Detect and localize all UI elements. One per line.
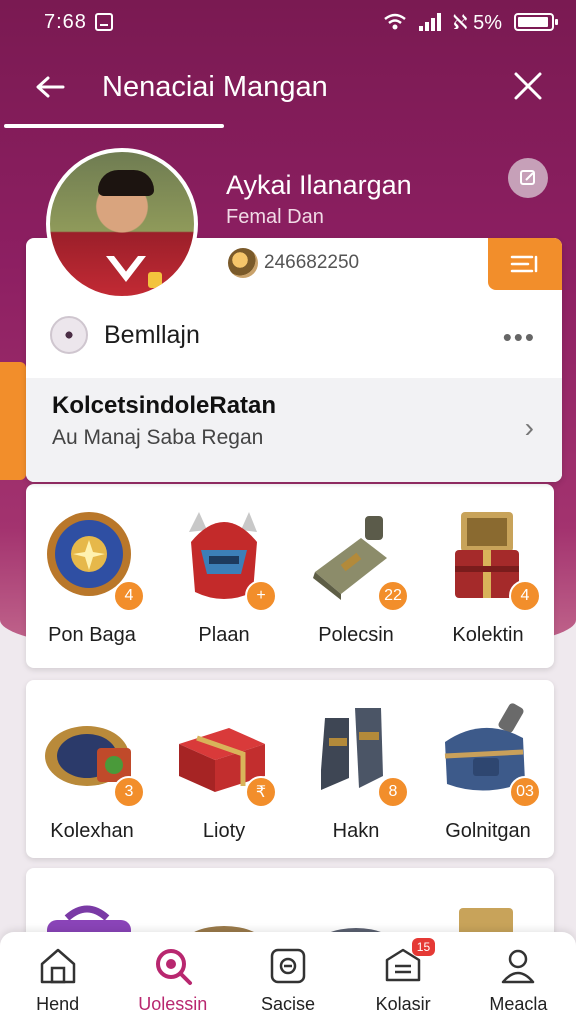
item-label: Lioty <box>202 820 246 842</box>
section-title: Bemllajn <box>104 320 200 349</box>
grid-item[interactable]: + Plaan <box>162 502 286 668</box>
item-label: Pon Baga <box>48 624 136 646</box>
nav-home[interactable]: Hend <box>3 944 113 1015</box>
back-button[interactable] <box>18 55 82 119</box>
profile-name: Aykai Ilanargan <box>226 170 412 200</box>
inbox-icon: 15 <box>381 938 436 988</box>
avatar[interactable] <box>46 148 198 300</box>
grid-item[interactable]: 22 Polecsin <box>294 502 418 668</box>
backpack-icon: 03 <box>433 698 543 808</box>
chest-icon: 4 <box>433 502 543 612</box>
collection-row[interactable]: KolcetsindoleRatan Au Manaj Saba Regan › <box>26 378 562 482</box>
section-header: Bemllajn <box>50 316 200 354</box>
item-label: Kolektin <box>452 624 524 646</box>
wifi-icon <box>383 13 406 30</box>
nav-label: Hend <box>36 994 80 1014</box>
item-badge: 03 <box>509 776 541 808</box>
avatar-collar <box>106 256 146 282</box>
battery-text: ℵ 5% <box>452 11 502 34</box>
avatar-crest <box>148 272 162 288</box>
nav-profile[interactable]: Meacla <box>463 944 573 1015</box>
coin-value: 246682250 <box>264 252 360 273</box>
item-label: Polecsin <box>318 624 394 646</box>
item-badge: 4 <box>509 580 541 612</box>
side-tab[interactable] <box>0 362 26 480</box>
header-tab-indicator <box>4 124 224 128</box>
nav-label: Sacise <box>260 994 315 1014</box>
item-badge: ₹ <box>245 776 277 808</box>
battery-icon <box>514 13 558 31</box>
item-badge: 8 <box>377 776 409 808</box>
nav-label: Uolessin <box>138 994 208 1014</box>
grid-item[interactable]: 03 Golnitgan <box>426 698 550 858</box>
filter-button[interactable] <box>488 238 562 290</box>
item-badge: 4 <box>113 580 145 612</box>
nav-label: Meacla <box>489 994 548 1014</box>
list-icon <box>510 255 538 273</box>
item-label: Kolexhan <box>50 820 134 842</box>
nav-inbox[interactable]: 15 Kolasir <box>348 938 458 1015</box>
profile-subtitle: Femal Dan <box>226 206 324 228</box>
item-badge: 22 <box>377 580 409 612</box>
profile-icon <box>496 944 540 988</box>
ball-icon <box>50 316 88 354</box>
item-label: Hakn <box>332 820 380 842</box>
collection-title: KolcetsindoleRatan <box>52 392 277 419</box>
camera-icon <box>266 944 310 988</box>
page-title: Nenaciai Mangan <box>102 70 328 103</box>
boots-icon: 8 <box>301 698 411 808</box>
item-badge: 3 <box>113 776 145 808</box>
more-options-button[interactable]: ••• <box>503 322 536 353</box>
close-button[interactable] <box>504 62 552 110</box>
search-icon <box>151 944 195 988</box>
grid-item[interactable]: 4 Kolektin <box>426 502 550 668</box>
notification-badge: 15 <box>411 938 436 956</box>
collection-subtitle: Au Manaj Saba Regan <box>52 426 264 449</box>
grid-item[interactable]: 8 Hakn <box>294 698 418 858</box>
treasure-barrel-icon: 3 <box>37 698 147 808</box>
red-chest-icon: ₹ <box>169 698 279 808</box>
nav-label: Kolasir <box>375 994 431 1014</box>
nav-collection[interactable]: Uolessin <box>118 944 228 1015</box>
grid-item[interactable]: 3 Kolexhan <box>30 698 154 858</box>
coin-balance: 246682250 <box>228 248 359 278</box>
shield-icon: 4 <box>37 502 147 612</box>
edit-profile-button[interactable] <box>508 158 548 198</box>
app-header: Nenaciai Mangan <box>0 50 576 124</box>
home-icon <box>36 944 80 988</box>
bottle-icon: 22 <box>301 502 411 612</box>
arrow-left-icon <box>36 76 65 98</box>
item-label: Golnitgan <box>445 820 531 842</box>
item-grid-row-1: 4 Pon Baga + Plaan 22 Polecsin 4 Kolekti… <box>26 484 554 668</box>
grid-item[interactable]: ₹ Lioty <box>162 698 286 858</box>
status-bar: 7:68 ℵ 5% <box>0 0 576 44</box>
notification-icon <box>94 13 113 31</box>
edit-icon <box>520 170 535 185</box>
bottom-navigation: Hend Uolessin Sacise 15 Kolasir Meacla <box>0 932 576 1024</box>
close-icon <box>514 72 542 100</box>
grid-item[interactable]: 4 Pon Baga <box>30 502 154 668</box>
helmet-icon: + <box>169 502 279 612</box>
coin-icon <box>228 248 258 278</box>
item-grid-row-2: 3 Kolexhan ₹ Lioty 8 Hakn 03 Golnitgan <box>26 680 554 858</box>
item-badge: + <box>245 580 277 612</box>
chevron-right-icon: › <box>524 412 534 443</box>
signal-icon <box>418 13 441 31</box>
avatar-hair <box>98 170 154 196</box>
status-time: 7:68 <box>44 10 87 33</box>
item-label: Plaan <box>198 624 250 646</box>
nav-camera[interactable]: Sacise <box>233 944 343 1015</box>
